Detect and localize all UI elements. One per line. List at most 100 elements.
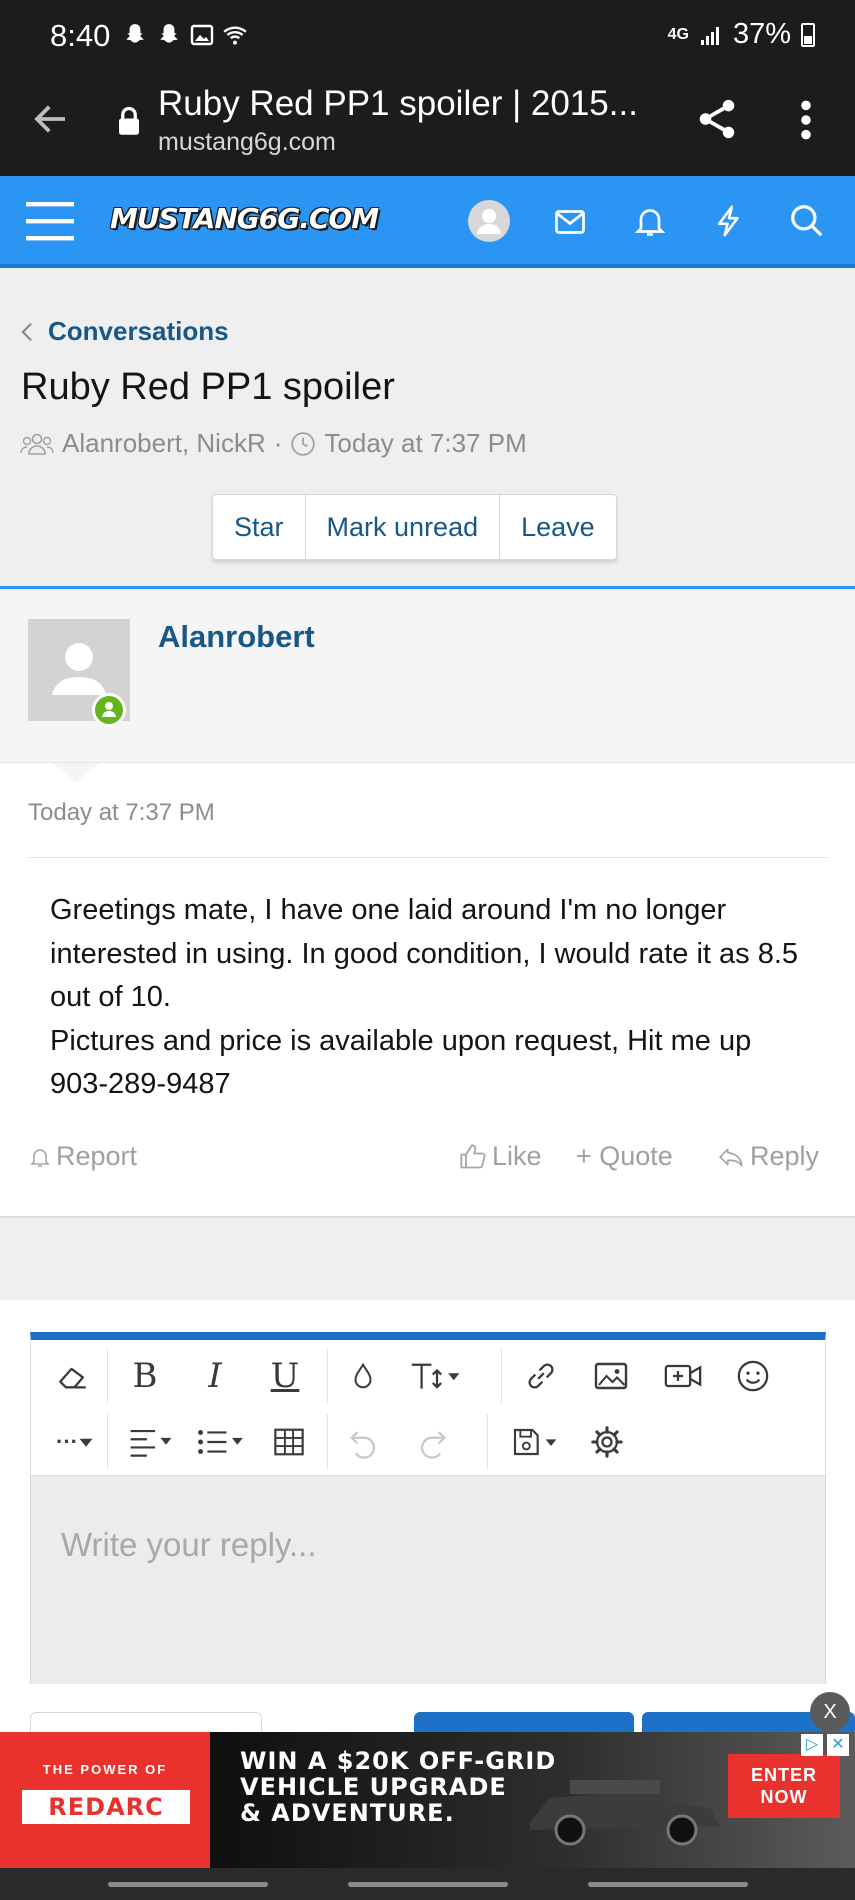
quote-label: + Quote bbox=[576, 1141, 673, 1171]
reply-button[interactable]: Reply bbox=[716, 1141, 819, 1172]
user-band-arrow bbox=[52, 763, 100, 783]
message: Alanrobert Today at 7:37 PM Greetings ma… bbox=[0, 586, 855, 1218]
ad-tagline: THE POWER OF bbox=[42, 1762, 168, 1777]
ad-close-button[interactable]: X bbox=[810, 1692, 850, 1732]
nav-recents-handle[interactable] bbox=[108, 1882, 268, 1887]
toolbar-separator bbox=[327, 1414, 328, 1470]
meta-separator: · bbox=[273, 428, 283, 458]
drop-glyph bbox=[354, 1362, 372, 1389]
save-draft-icon[interactable] bbox=[505, 1416, 565, 1468]
reply-placeholder: Write your reply... bbox=[61, 1526, 317, 1563]
clock-icon bbox=[291, 431, 316, 456]
user-avatar-button[interactable] bbox=[468, 200, 510, 242]
back-arrow-icon[interactable] bbox=[30, 98, 72, 140]
hamburger-menu-icon[interactable] bbox=[26, 200, 74, 242]
system-navigation-bar bbox=[0, 1868, 855, 1900]
undo-icon[interactable] bbox=[337, 1416, 389, 1468]
ad-enter-now-button[interactable]: ENTER NOW bbox=[728, 1754, 840, 1818]
ad-headline-line: & ADVENTURE. bbox=[240, 1799, 455, 1827]
search-icon[interactable] bbox=[788, 202, 826, 240]
adchoices-controls[interactable]: ▷ ✕ bbox=[801, 1734, 849, 1756]
bell-icon[interactable] bbox=[632, 202, 668, 240]
font-size-icon[interactable] bbox=[407, 1350, 467, 1402]
like-button[interactable]: Like bbox=[458, 1141, 542, 1172]
snapchat-icon bbox=[126, 24, 144, 43]
message-body: Greetings mate, I have one laid around I… bbox=[50, 889, 810, 1107]
ad-dismiss-icon[interactable]: ✕ bbox=[827, 1734, 849, 1756]
ad-headline-line: VEHICLE UPGRADE bbox=[240, 1773, 507, 1801]
align-icon[interactable] bbox=[121, 1416, 181, 1468]
author-name[interactable]: Alanrobert bbox=[158, 619, 315, 655]
ad-vehicle-image bbox=[530, 1780, 720, 1846]
bold-icon[interactable]: B bbox=[119, 1350, 171, 1402]
adchoices-icon[interactable]: ▷ bbox=[801, 1734, 823, 1756]
smiley-icon[interactable] bbox=[727, 1350, 779, 1402]
image-glyph bbox=[594, 1362, 628, 1390]
image-icon[interactable] bbox=[585, 1350, 637, 1402]
advertisement-banner[interactable]: THE POWER OF REDARC WIN A $20K OFF-GRID … bbox=[0, 1732, 855, 1868]
lock-icon[interactable] bbox=[116, 106, 142, 136]
table-icon[interactable] bbox=[263, 1416, 315, 1468]
ad-headline: WIN A $20K OFF-GRID VEHICLE UPGRADE & AD… bbox=[240, 1748, 556, 1826]
report-label: Report bbox=[56, 1141, 138, 1171]
gear-glyph bbox=[591, 1426, 623, 1458]
underline-icon[interactable]: U bbox=[259, 1350, 311, 1402]
message-body-line: Pictures and price is available upon req… bbox=[50, 1024, 752, 1101]
redo-icon[interactable] bbox=[407, 1416, 459, 1468]
star-button[interactable]: Star bbox=[213, 495, 306, 559]
breadcrumb-conversations[interactable]: Conversations bbox=[48, 316, 229, 347]
share-icon[interactable] bbox=[694, 96, 740, 142]
conversation-meta: Alanrobert, NickR · Today at 7:37 PM bbox=[20, 428, 527, 459]
eraser-icon[interactable] bbox=[47, 1350, 99, 1402]
ad-creative: WIN A $20K OFF-GRID VEHICLE UPGRADE & AD… bbox=[210, 1732, 855, 1868]
status-time: 8:40 bbox=[50, 18, 111, 53]
user-silhouette-icon bbox=[477, 209, 501, 234]
battery-icon bbox=[801, 22, 815, 47]
message-body-line: Greetings mate, I have one laid around I… bbox=[50, 894, 799, 1013]
toolbar-separator bbox=[487, 1414, 488, 1470]
wifi-icon bbox=[223, 26, 247, 45]
undo-glyph bbox=[350, 1431, 376, 1459]
settings-icon[interactable] bbox=[581, 1416, 633, 1468]
nav-home-handle[interactable] bbox=[348, 1882, 508, 1887]
quote-button[interactable]: + Quote bbox=[576, 1141, 673, 1172]
ad-brand-logo: REDARC bbox=[22, 1790, 190, 1824]
font-size-glyph bbox=[411, 1363, 460, 1389]
video-icon[interactable] bbox=[657, 1350, 709, 1402]
signal-icon bbox=[700, 26, 719, 45]
list-icon[interactable] bbox=[191, 1416, 251, 1468]
link-icon[interactable] bbox=[515, 1350, 567, 1402]
site-logo[interactable]: MUSTANG6G.COM bbox=[110, 202, 379, 235]
conversation-actions: Star Mark unread Leave bbox=[212, 494, 617, 560]
status-right: 4G 37% bbox=[668, 18, 815, 51]
nav-back-handle[interactable] bbox=[588, 1882, 748, 1887]
reply-label: Reply bbox=[750, 1141, 820, 1171]
browser-domain[interactable]: mustang6g.com bbox=[158, 128, 336, 157]
editor-footer-buttons bbox=[0, 1712, 855, 1752]
bell-icon bbox=[30, 1148, 50, 1167]
network-type: 4G bbox=[667, 25, 689, 43]
browser-toolbar: Ruby Red PP1 spoiler | 2015... mustang6g… bbox=[0, 72, 855, 176]
browser-page-title[interactable]: Ruby Red PP1 spoiler | 2015... bbox=[158, 84, 658, 124]
leave-button[interactable]: Leave bbox=[500, 495, 616, 559]
reply-textarea[interactable]: Write your reply... bbox=[31, 1476, 825, 1684]
conversation-start-date[interactable]: Today at 7:37 PM bbox=[324, 428, 526, 459]
color-drop-icon[interactable] bbox=[337, 1350, 389, 1402]
toolbar-separator bbox=[327, 1348, 328, 1404]
report-link[interactable]: Report bbox=[28, 1141, 137, 1172]
participants[interactable]: Alanrobert, NickR bbox=[62, 428, 266, 459]
gallery-icon bbox=[190, 24, 214, 46]
toolbar-separator bbox=[107, 1414, 108, 1470]
battery-level: 37% bbox=[732, 18, 791, 50]
online-status-badge bbox=[92, 693, 126, 727]
mark-unread-button[interactable]: Mark unread bbox=[306, 495, 501, 559]
more-icon[interactable]: ··· bbox=[45, 1416, 105, 1468]
thumbs-up-icon bbox=[460, 1143, 486, 1168]
more-vertical-icon[interactable] bbox=[795, 98, 817, 142]
lightning-icon[interactable] bbox=[712, 202, 746, 240]
italic-icon[interactable]: I bbox=[189, 1350, 241, 1402]
inbox-icon[interactable] bbox=[552, 204, 588, 240]
message-date[interactable]: Today at 7:37 PM bbox=[28, 799, 215, 827]
ad-cta-line: ENTER bbox=[750, 1765, 817, 1785]
breadcrumb[interactable]: Conversations bbox=[20, 316, 229, 347]
